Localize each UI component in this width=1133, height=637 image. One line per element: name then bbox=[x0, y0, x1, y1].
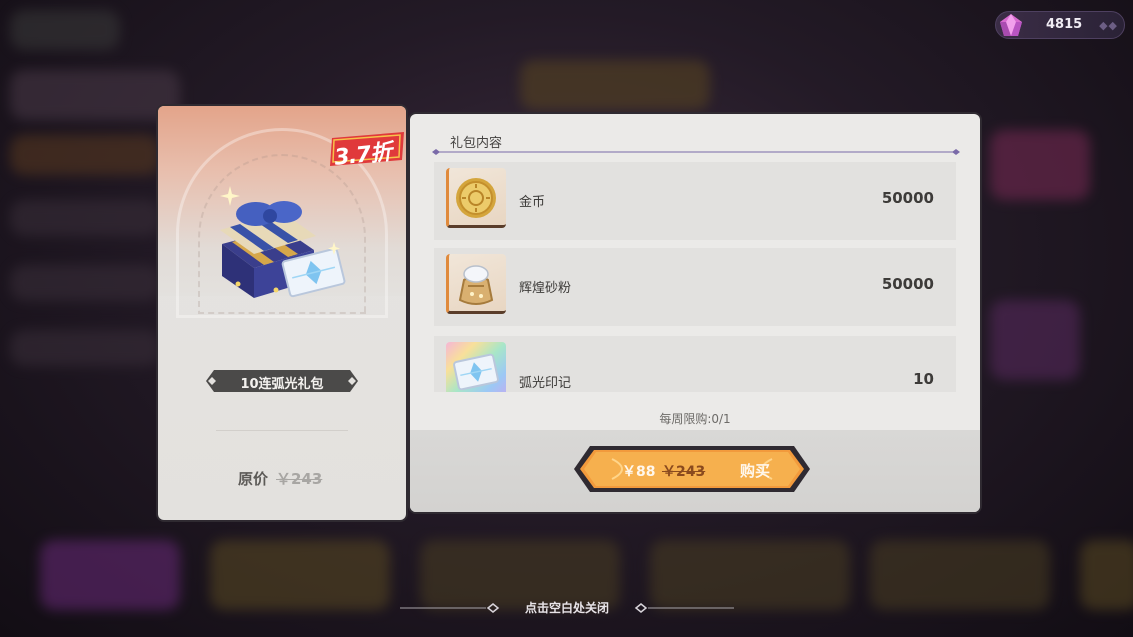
gold-coin-icon bbox=[450, 172, 502, 228]
close-hint-label: 点击空白处关闭 bbox=[524, 601, 609, 615]
background-blur bbox=[10, 265, 160, 301]
background-blur bbox=[10, 10, 120, 50]
weekly-limit: 每周限购:0/1 bbox=[659, 412, 731, 426]
item-quantity: 50000 bbox=[881, 189, 934, 207]
buy-price: ￥88 bbox=[622, 464, 656, 480]
currency-amount: 4815 bbox=[1046, 17, 1083, 32]
item-name: 金币 bbox=[519, 195, 546, 210]
gift-pack-card: 3.7折 10连弧光礼包 原价 ￥243 bbox=[158, 106, 406, 520]
gem-icon bbox=[998, 12, 1024, 44]
list-item[interactable]: 金币 50000 bbox=[434, 162, 956, 240]
gift-box-icon bbox=[216, 184, 346, 308]
buy-button-label: 购买 bbox=[740, 462, 771, 480]
list-item[interactable]: 辉煌砂粉 50000 bbox=[434, 248, 956, 326]
item-name: 辉煌砂粉 bbox=[519, 281, 572, 296]
background-blur bbox=[990, 300, 1080, 380]
pack-contents-panel: 礼包内容 金币 50000 辉煌砂粉 50000 弧光印记 10 每周限购:0/… bbox=[410, 114, 980, 512]
background-blur bbox=[1080, 540, 1133, 610]
item-name: 弧光印记 bbox=[519, 376, 572, 391]
background-blur bbox=[10, 330, 160, 366]
original-price: ￥243 bbox=[276, 470, 323, 488]
background-blur bbox=[40, 540, 180, 610]
list-item[interactable]: 弧光印记 10 bbox=[434, 336, 956, 392]
section-divider bbox=[432, 149, 960, 155]
background-blur bbox=[870, 540, 1050, 610]
item-quantity: 50000 bbox=[881, 275, 934, 293]
currency-display[interactable]: 4815 ◆◆ bbox=[995, 11, 1125, 39]
diamond-decoration-icon: ◆◆ bbox=[1099, 19, 1118, 32]
pack-name: 10连弧光礼包 bbox=[240, 377, 324, 392]
buy-original-price: ￥243 bbox=[662, 464, 706, 480]
background-blur bbox=[210, 540, 390, 610]
background-blur bbox=[10, 200, 160, 236]
discount-badge: 3.7折 bbox=[333, 140, 393, 171]
arc-ticket-icon bbox=[450, 346, 502, 392]
item-quantity: 10 bbox=[913, 370, 934, 388]
divider bbox=[216, 430, 348, 431]
background-blur bbox=[520, 60, 710, 110]
background-blur bbox=[10, 135, 160, 175]
background-blur bbox=[10, 70, 180, 120]
sand-powder-bag-icon bbox=[450, 258, 502, 314]
close-hint[interactable]: 点击空白处关闭 bbox=[400, 598, 734, 618]
background-blur bbox=[990, 130, 1090, 200]
original-price-label: 原价 bbox=[238, 470, 269, 488]
